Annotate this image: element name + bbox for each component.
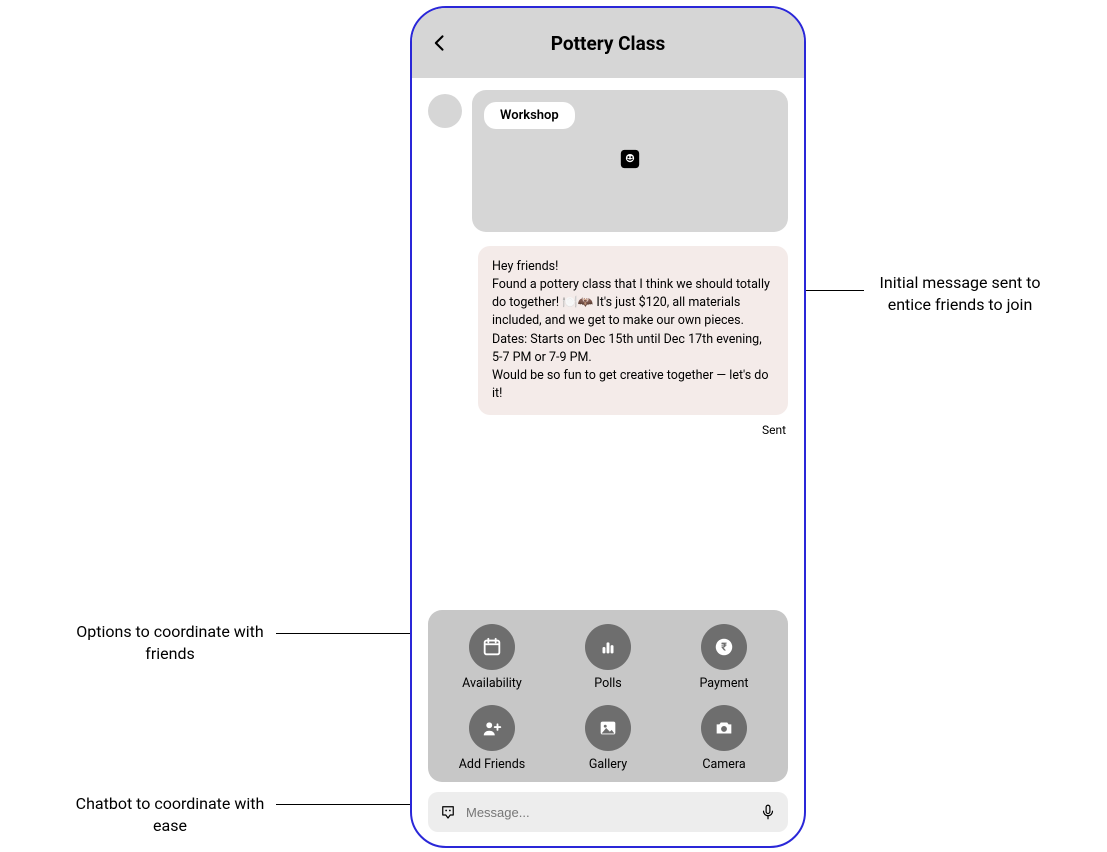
workshop-row: Workshop <box>428 90 788 232</box>
action-availability[interactable]: Availability <box>434 624 550 691</box>
message-row: Hey friends! Found a pottery class that … <box>428 246 788 415</box>
action-label: Polls <box>594 676 621 691</box>
action-label: Camera <box>702 757 745 772</box>
calendar-icon <box>469 624 515 670</box>
annotation-options: Options to coordinate with friends <box>70 621 270 664</box>
camera-icon <box>701 705 747 751</box>
add-friends-icon <box>469 705 515 751</box>
microphone-icon[interactable] <box>758 802 778 822</box>
annotation-line <box>276 633 424 634</box>
message-status: Sent <box>428 423 788 437</box>
annotation-line <box>276 804 424 805</box>
avatar[interactable] <box>428 94 462 128</box>
action-add-friends[interactable]: Add Friends <box>434 705 550 772</box>
actions-panel: Availability Polls ₹ Payment Add Friends… <box>428 610 788 782</box>
back-button[interactable] <box>426 29 454 57</box>
action-label: Add Friends <box>459 757 525 772</box>
action-label: Availability <box>462 676 522 691</box>
action-label: Payment <box>699 676 748 691</box>
message-input-bar <box>428 792 788 832</box>
phone-frame: Pottery Class Workshop Hey friends! Foun… <box>410 6 806 848</box>
gallery-icon <box>585 705 631 751</box>
image-placeholder-icon <box>619 148 641 170</box>
svg-text:₹: ₹ <box>721 641 727 654</box>
action-camera[interactable]: Camera <box>666 705 782 772</box>
chevron-left-icon <box>430 33 450 53</box>
annotation-line <box>800 290 864 291</box>
message-input[interactable] <box>466 805 750 820</box>
chat-header: Pottery Class <box>412 8 804 78</box>
poll-icon <box>585 624 631 670</box>
chat-title: Pottery Class <box>412 32 804 55</box>
payment-icon: ₹ <box>701 624 747 670</box>
workshop-badge: Workshop <box>484 102 575 129</box>
action-label: Gallery <box>589 757 627 772</box>
annotation-chatbot: Chatbot to coordinate with ease <box>70 793 270 836</box>
annotation-message: Initial message sent to entice friends t… <box>870 272 1050 315</box>
chatbot-icon[interactable] <box>438 802 458 822</box>
action-gallery[interactable]: Gallery <box>550 705 666 772</box>
message-bubble[interactable]: Hey friends! Found a pottery class that … <box>478 246 788 415</box>
chat-scroll-area[interactable]: Workshop Hey friends! Found a pottery cl… <box>412 78 804 610</box>
action-polls[interactable]: Polls <box>550 624 666 691</box>
action-payment[interactable]: ₹ Payment <box>666 624 782 691</box>
workshop-card[interactable]: Workshop <box>472 90 788 232</box>
